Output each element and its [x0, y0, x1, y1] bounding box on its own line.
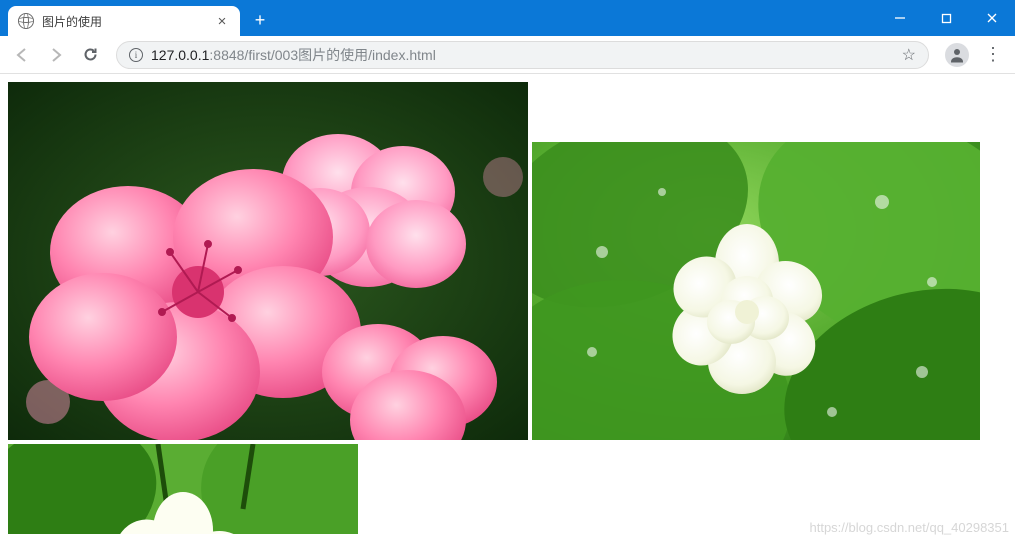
forward-button[interactable]: [42, 41, 70, 69]
window-titlebar: 图片的使用 × +: [0, 0, 1015, 36]
reload-button[interactable]: [76, 41, 104, 69]
new-tab-button[interactable]: +: [246, 6, 274, 34]
back-button[interactable]: [8, 41, 36, 69]
url-host: 127.0.0.1: [151, 47, 209, 63]
page-content: [0, 74, 1015, 546]
maximize-button[interactable]: [923, 0, 969, 36]
tab-strip: 图片的使用 × +: [0, 0, 274, 36]
minimize-button[interactable]: [877, 0, 923, 36]
close-tab-icon[interactable]: ×: [214, 13, 230, 29]
globe-icon: [18, 13, 34, 29]
kebab-menu-icon[interactable]: ⋮: [979, 41, 1007, 69]
content-image-2: [532, 142, 980, 440]
url-path: :8848/first/003图片的使用/index.html: [209, 45, 435, 65]
bookmark-star-icon[interactable]: ☆: [902, 45, 916, 65]
window-controls: [877, 0, 1015, 36]
browser-toolbar: i 127.0.0.1:8848/first/003图片的使用/index.ht…: [0, 36, 1015, 74]
url-text: 127.0.0.1:8848/first/003图片的使用/index.html: [151, 45, 436, 65]
profile-avatar-icon[interactable]: [945, 43, 969, 67]
site-info-icon[interactable]: i: [129, 48, 143, 62]
address-bar[interactable]: i 127.0.0.1:8848/first/003图片的使用/index.ht…: [116, 41, 929, 69]
browser-tab[interactable]: 图片的使用 ×: [8, 6, 240, 36]
tab-title: 图片的使用: [42, 13, 206, 30]
content-image-3: [8, 444, 358, 534]
close-window-button[interactable]: [969, 0, 1015, 36]
content-image-1: [8, 82, 528, 440]
